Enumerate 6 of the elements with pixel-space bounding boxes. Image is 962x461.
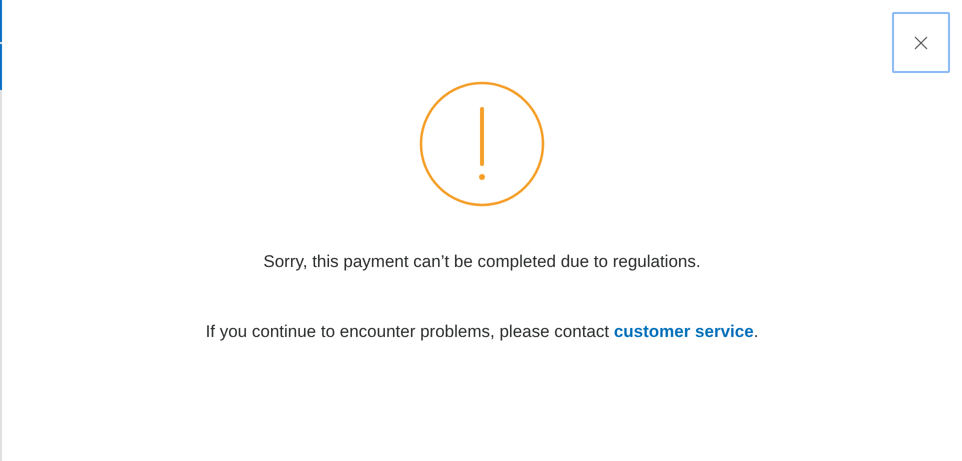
error-message: Sorry, this payment can’t be completed due to regulations. — [263, 251, 701, 273]
help-text: If you continue to encounter problems, please contact customer service. — [206, 320, 758, 342]
close-button[interactable] — [892, 12, 950, 73]
close-icon — [914, 36, 928, 50]
customer-service-link[interactable]: customer service — [614, 322, 754, 340]
warning-icon — [419, 81, 545, 207]
